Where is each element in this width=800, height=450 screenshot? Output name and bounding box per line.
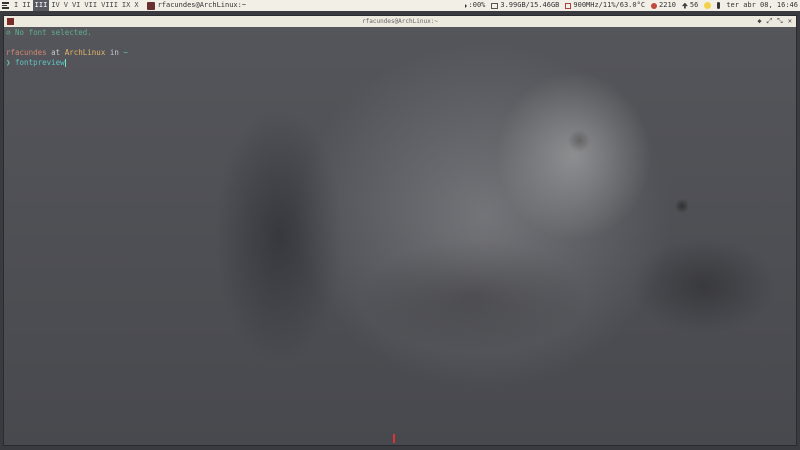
memory-icon xyxy=(491,2,499,9)
prompt-at: at xyxy=(51,48,61,57)
panel-left: I II III IV V VI VII VIII IX X rfacundes… xyxy=(0,0,246,11)
thermometer-icon xyxy=(651,2,658,9)
status-line: ⊘ No font selected. xyxy=(6,28,796,38)
updates-value: 56 xyxy=(689,1,699,9)
terminal-output[interactable]: ⊘ No font selected. rfacundes at ArchLin… xyxy=(5,28,796,445)
memory-widget: 3.99GB/15.46GB xyxy=(491,0,559,11)
prompt-in: in xyxy=(109,48,119,57)
top-panel: I II III IV V VI VII VIII IX X rfacundes… xyxy=(0,0,800,11)
workspace-6[interactable]: VI xyxy=(70,0,82,11)
prompt-host: ArchLinux xyxy=(64,48,106,57)
cpu-icon xyxy=(565,2,572,9)
workspace-9[interactable]: IX xyxy=(120,0,132,11)
prompt-dir: ~ xyxy=(123,48,128,57)
command-line[interactable]: ❯ fontpreview xyxy=(6,58,796,68)
prompt-user: rfacundes xyxy=(6,48,47,57)
workspace-2[interactable]: II xyxy=(20,0,32,11)
layout-icon[interactable] xyxy=(2,2,9,9)
workspace-8[interactable]: VIII xyxy=(99,0,120,11)
workspace-5[interactable]: V xyxy=(62,0,70,11)
notification-icon[interactable] xyxy=(704,2,712,9)
mouse-cursor-icon xyxy=(393,434,395,443)
workspace-10[interactable]: X xyxy=(132,0,140,11)
volume-widget[interactable]: :00% xyxy=(464,0,486,11)
download-icon xyxy=(681,2,688,9)
panel-right: :00% 3.99GB/15.46GB 900MHz/11%/63.0°C 22… xyxy=(464,0,798,11)
memory-value: 3.99GB/15.46GB xyxy=(500,1,560,9)
prompt-line: rfacundes at ArchLinux in ~ xyxy=(6,48,796,58)
task-terminal[interactable]: rfacundes@ArchLinux:~ xyxy=(146,0,247,11)
microphone-icon[interactable] xyxy=(717,2,721,9)
window-titlebar[interactable]: rfacundes@ArchLinux:~ ◆ ⤢ ⤡ ✕ xyxy=(4,16,796,27)
command-input[interactable]: fontpreview xyxy=(15,58,65,67)
window-controls: ◆ ⤢ ⤡ ✕ xyxy=(757,16,792,27)
prompt-symbol: ❯ xyxy=(6,58,11,67)
terminal-window[interactable]: rfacundes@ArchLinux:~ ◆ ⤢ ⤡ ✕ ⊘ No font … xyxy=(3,15,797,446)
text-cursor xyxy=(64,59,66,67)
maximize-button[interactable]: ⤡ xyxy=(777,16,783,27)
task-title: rfacundes@ArchLinux:~ xyxy=(157,1,247,9)
workspace-7[interactable]: VII xyxy=(82,0,99,11)
workspace-4[interactable]: IV xyxy=(49,0,61,11)
workspace-3[interactable]: III xyxy=(32,0,50,11)
cpu-widget: 900MHz/11%/63.0°C xyxy=(565,0,645,11)
temp-widget: 2210 xyxy=(651,0,676,11)
window-title: rfacundes@ArchLinux:~ xyxy=(362,18,438,25)
status-text: No font selected. xyxy=(15,28,92,37)
close-button[interactable]: ✕ xyxy=(788,16,792,27)
error-icon: ⊘ xyxy=(6,28,11,37)
volume-value: :00% xyxy=(468,1,486,9)
terminal-app-icon xyxy=(146,1,155,10)
floating-button[interactable]: ⤢ xyxy=(767,16,773,27)
updates-widget[interactable]: 56 xyxy=(681,0,699,11)
clock[interactable]: ter abr 08, 16:46 xyxy=(726,0,798,11)
temp-value: 2210 xyxy=(659,1,676,9)
workspace-1[interactable]: I xyxy=(12,0,20,11)
sticky-button[interactable]: ◆ xyxy=(757,16,761,27)
cpu-value: 900MHz/11%/63.0°C xyxy=(573,1,646,9)
volume-icon xyxy=(464,3,467,8)
